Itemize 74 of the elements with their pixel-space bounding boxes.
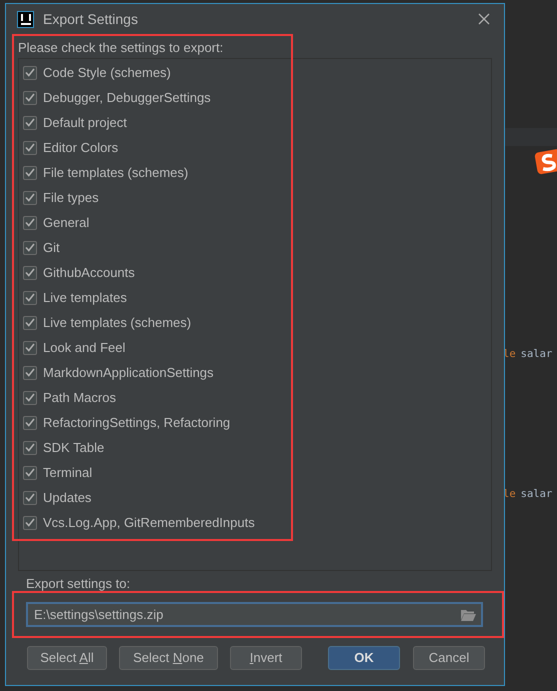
check-icon xyxy=(25,143,35,152)
checkbox[interactable] xyxy=(23,390,37,404)
checkbox[interactable] xyxy=(23,290,37,304)
check-icon xyxy=(25,443,35,452)
checkbox[interactable] xyxy=(23,516,37,530)
check-icon xyxy=(25,243,35,252)
setting-label: General xyxy=(43,214,90,232)
check-icon xyxy=(25,293,35,302)
check-icon xyxy=(25,68,35,77)
setting-label: Updates xyxy=(43,488,92,507)
setting-label: Debugger, DebuggerSettings xyxy=(43,88,211,107)
check-icon xyxy=(25,218,35,227)
setting-label: RefactoringSettings, Refactoring xyxy=(43,414,230,432)
check-icon xyxy=(25,368,35,377)
setting-label: Look and Feel xyxy=(43,338,126,357)
setting-label: Code Style (schemes) xyxy=(43,64,171,82)
checkbox[interactable] xyxy=(23,466,37,480)
setting-label: Live templates (schemes) xyxy=(43,314,192,332)
checkbox[interactable] xyxy=(23,490,37,504)
checkbox[interactable] xyxy=(23,366,37,380)
setting-label: File types xyxy=(43,188,99,207)
check-icon xyxy=(25,93,35,102)
check-icon xyxy=(25,518,35,527)
code-text: salar xyxy=(520,347,552,362)
checkbox[interactable] xyxy=(23,440,37,454)
path-label: Export settings to: xyxy=(26,576,132,592)
app-icon xyxy=(17,10,34,28)
check-icon xyxy=(25,393,35,402)
check-icon xyxy=(25,118,35,127)
window-title: Export Settings xyxy=(43,10,138,29)
setting-label: Default project xyxy=(43,114,127,132)
setting-label: Git xyxy=(43,238,60,257)
setting-label: File templates (schemes) xyxy=(43,164,188,182)
checkbox[interactable] xyxy=(23,266,37,280)
setting-label: SDK Table xyxy=(43,438,104,457)
dialog-button[interactable]: Invert xyxy=(230,646,302,670)
dialog-button[interactable]: Select None xyxy=(119,646,218,670)
ok-button[interactable]: OK xyxy=(328,646,400,670)
check-icon xyxy=(25,168,35,177)
checkbox[interactable] xyxy=(23,340,37,354)
check-icon xyxy=(25,193,35,202)
code-text: salar xyxy=(520,487,552,502)
setting-label: GithubAccounts xyxy=(43,264,135,282)
checkbox[interactable] xyxy=(23,116,37,130)
dialog-button[interactable]: Select All xyxy=(27,646,107,670)
checkbox[interactable] xyxy=(23,140,37,154)
setting-label: Path Macros xyxy=(43,388,116,407)
checkbox[interactable] xyxy=(23,216,37,230)
checkbox[interactable] xyxy=(23,166,37,180)
path-field[interactable]: E:\settings\settings.zip xyxy=(26,602,483,627)
check-icon xyxy=(25,493,35,502)
check-icon xyxy=(25,418,35,427)
code-keyword: le xyxy=(503,487,516,502)
setting-label: Terminal xyxy=(43,464,92,482)
close-icon[interactable] xyxy=(478,13,490,25)
setting-label: MarkdownApplicationSettings xyxy=(43,364,214,382)
setting-label: Vcs.Log.App, GitRememberedInputs xyxy=(43,514,255,532)
check-icon xyxy=(25,468,35,477)
folder-icon[interactable] xyxy=(461,609,476,621)
check-icon xyxy=(25,268,35,277)
checkbox[interactable] xyxy=(23,66,37,80)
checkbox[interactable] xyxy=(23,416,37,430)
check-icon xyxy=(25,318,35,327)
list-label: Please check the settings to export: xyxy=(18,40,224,56)
checkbox[interactable] xyxy=(23,240,37,254)
setting-label: Editor Colors xyxy=(43,138,118,157)
check-icon xyxy=(25,343,35,352)
app-logo-icon xyxy=(533,149,557,175)
checkbox[interactable] xyxy=(23,190,37,204)
checkbox[interactable] xyxy=(23,90,37,104)
code-keyword: le xyxy=(503,347,516,362)
setting-label: Live templates xyxy=(43,288,127,307)
checkbox[interactable] xyxy=(23,316,37,330)
dialog-button[interactable]: Cancel xyxy=(413,646,485,670)
